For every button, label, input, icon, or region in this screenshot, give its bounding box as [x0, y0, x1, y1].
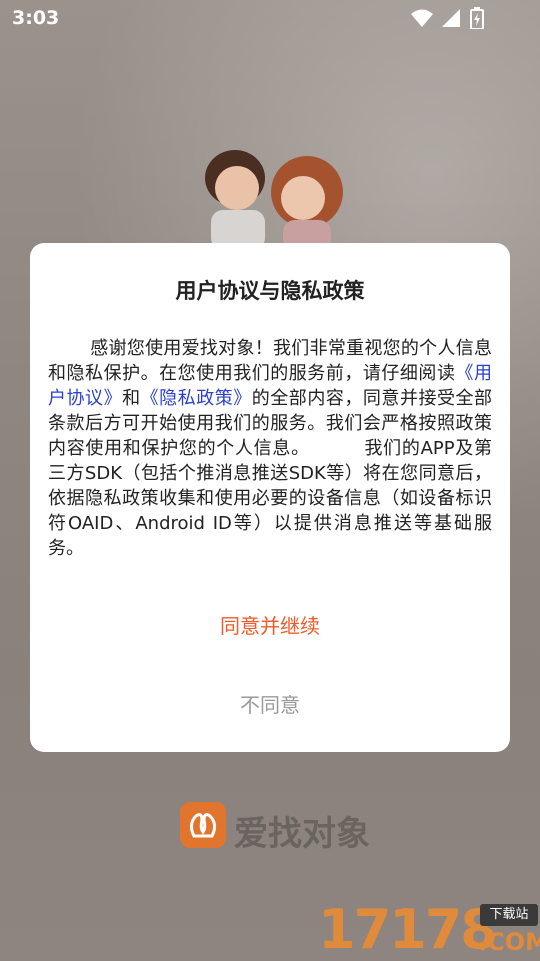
watermark-tag: 下载站: [480, 904, 538, 926]
privacy-dialog: 用户协议与隐私政策 感谢您使用爱找对象！我们非常重视您的个人信息和隐私保护。在您…: [30, 243, 510, 752]
body-text-intro: 感谢您使用爱找对象！我们非常重视您的个人信息和隐私保护。在您使用我们的服务前，请…: [48, 338, 492, 384]
watermark: 17178 下载站 .COM: [318, 898, 540, 961]
disagree-button[interactable]: 不同意: [30, 689, 510, 718]
body-text-and: 和: [122, 388, 141, 409]
couple-illustration: [205, 150, 343, 250]
agree-button[interactable]: 同意并继续: [30, 610, 510, 639]
brand-name: 爱找对象: [234, 814, 370, 854]
status-icons: [410, 7, 500, 29]
dialog-body: 感谢您使用爱找对象！我们非常重视您的个人信息和隐私保护。在您使用我们的服务前，请…: [48, 336, 492, 561]
swan-logo-icon: [180, 802, 226, 848]
dialog-title: 用户协议与隐私政策: [175, 279, 365, 303]
signal-icon: [442, 9, 460, 27]
watermark-domain: .COM: [478, 928, 540, 956]
watermark-number: 17178: [318, 898, 498, 961]
privacy-policy-link[interactable]: 《隐私政策》: [141, 388, 252, 409]
wifi-icon: [411, 9, 433, 27]
status-time: 3:03: [12, 7, 60, 29]
status-bar: 3:03: [0, 0, 540, 36]
battery-icon: [470, 7, 484, 29]
